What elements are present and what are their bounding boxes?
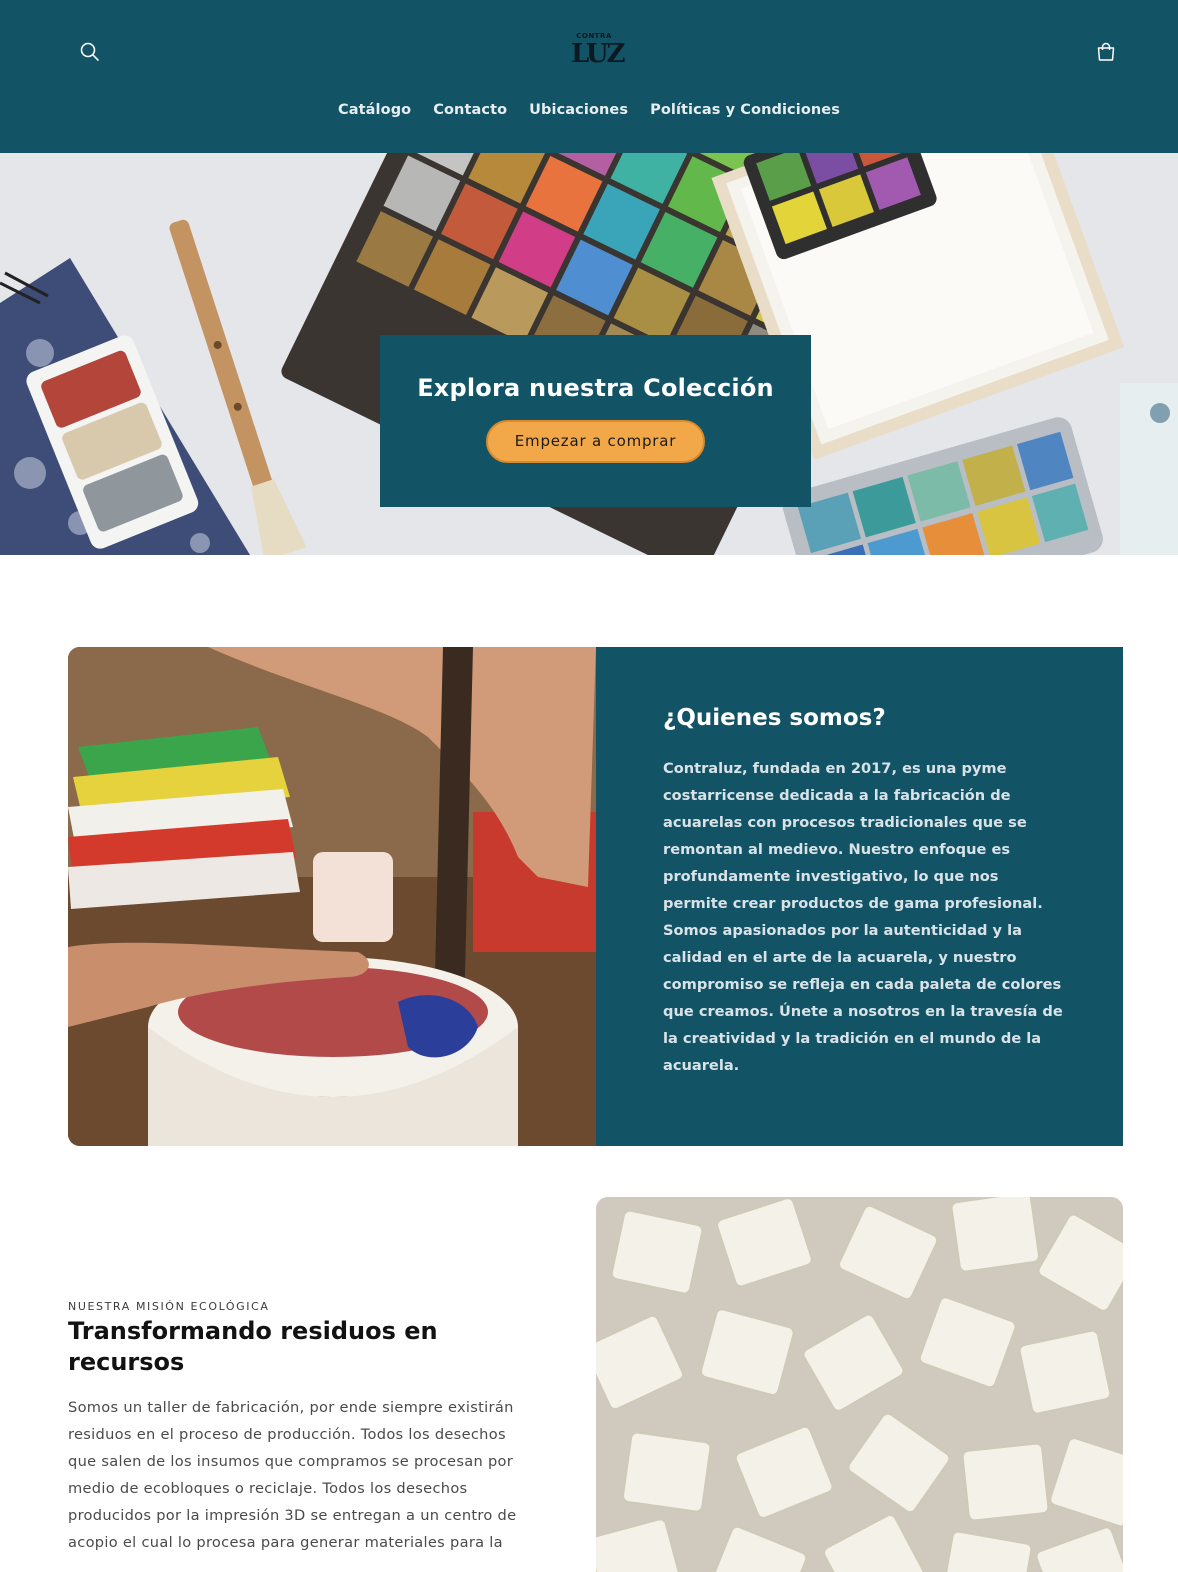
site-logo[interactable]: CONTRA LUZ: [571, 32, 626, 72]
about-image: [68, 647, 596, 1146]
about-description: Contraluz, fundada en 2017, es una pyme …: [663, 760, 1063, 1074]
main-nav: Catálogo Contacto Ubicaciones Políticas …: [0, 102, 1178, 118]
nav-item-politicas[interactable]: Políticas y Condiciones: [639, 102, 851, 118]
mission-eyebrow: NUESTRA MISIÓN ECOLÓGICA: [68, 1300, 270, 1313]
about-section: ¿Quienes somos? Contraluz, fundada en 20…: [68, 647, 1123, 1146]
hero-banner: Explora nuestra Colección Empezar a comp…: [0, 153, 1178, 555]
start-shopping-button[interactable]: Empezar a comprar: [486, 420, 705, 463]
hero-title: Explora nuestra Colección: [417, 374, 774, 402]
about-title: ¿Quienes somos?: [663, 705, 886, 731]
mission-image: [596, 1197, 1123, 1572]
nav-item-ubicaciones[interactable]: Ubicaciones: [518, 102, 639, 118]
search-icon[interactable]: [78, 40, 102, 64]
hero-cta-box: Explora nuestra Colección Empezar a comp…: [380, 335, 811, 507]
mission-title: Transformando residuos en recursos: [68, 1317, 438, 1376]
nav-item-catalogo[interactable]: Catálogo: [327, 102, 422, 118]
logo-main-text: LUZ: [571, 39, 626, 69]
site-header: CONTRA LUZ Catálogo Contacto Ubicaciones…: [0, 0, 1178, 153]
about-panel: ¿Quienes somos? Contraluz, fundada en 20…: [596, 647, 1123, 1146]
mission-description: Somos un taller de fabricación, por ende…: [68, 1399, 517, 1551]
nav-item-contacto[interactable]: Contacto: [422, 102, 518, 118]
cart-icon[interactable]: [1094, 40, 1118, 64]
